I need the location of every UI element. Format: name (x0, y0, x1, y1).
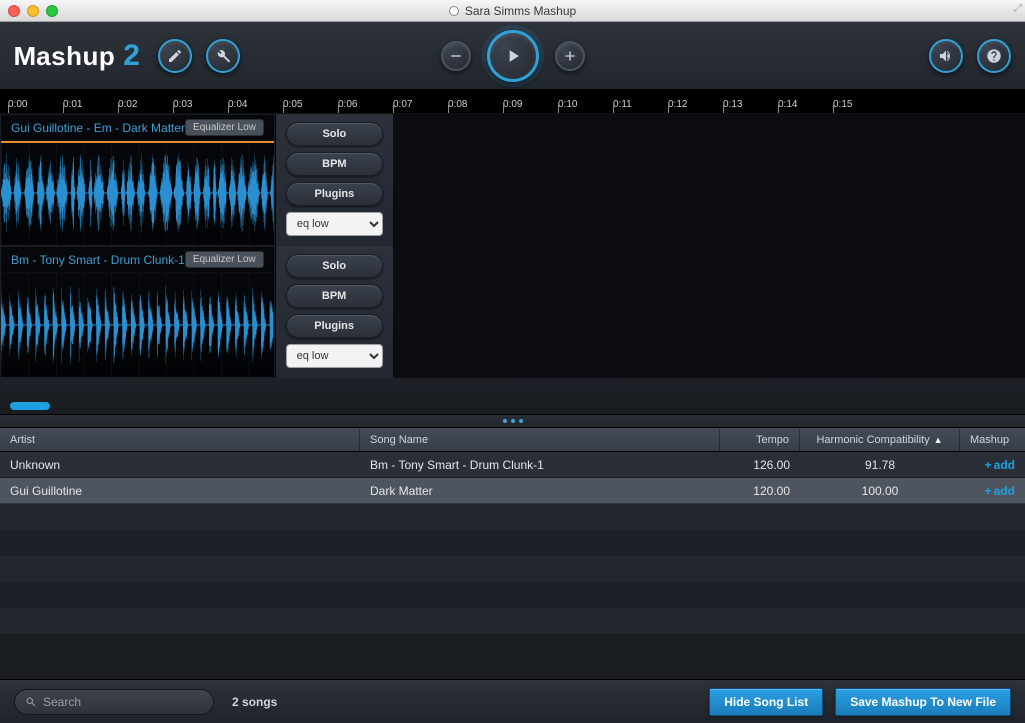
table-header: Artist Song Name Tempo Harmonic Compatib… (0, 428, 1025, 452)
window-title: Sara Simms Mashup (465, 4, 576, 18)
edit-button[interactable] (158, 39, 192, 73)
pane-divider[interactable] (0, 414, 1025, 428)
document-proxy-icon (449, 6, 459, 16)
volume-button[interactable] (929, 39, 963, 73)
ruler-tick: 0:06 (338, 90, 393, 113)
ruler-tick: 0:01 (63, 90, 118, 113)
timeline-ruler[interactable]: 0:000:010:020:030:040:050:060:070:080:09… (0, 90, 1025, 114)
cell-mashup: +add (960, 458, 1025, 472)
col-harmonic[interactable]: Harmonic Compatibility ▲ (800, 428, 960, 451)
help-button[interactable] (977, 39, 1011, 73)
main-toolbar: Mashup 2 (0, 22, 1025, 90)
plugins-button[interactable]: Plugins (286, 314, 383, 338)
add-to-mashup-button[interactable]: +add (985, 458, 1015, 472)
add-to-mashup-button[interactable]: +add (985, 484, 1015, 498)
hide-song-list-button[interactable]: Hide Song List (709, 688, 823, 716)
minimize-window-button[interactable] (27, 5, 39, 17)
ruler-tick: 0:10 (558, 90, 613, 113)
cell-artist: Gui Guillotine (0, 484, 360, 498)
play-icon (503, 46, 523, 66)
eq-select[interactable]: eq low (286, 212, 383, 236)
save-mashup-button[interactable]: Save Mashup To New File (835, 688, 1011, 716)
window-titlebar: Sara Simms Mashup ⤢ (0, 0, 1025, 22)
song-list-table: Artist Song Name Tempo Harmonic Compatib… (0, 428, 1025, 634)
ruler-tick: 0:09 (503, 90, 558, 113)
ruler-tick: 0:05 (283, 90, 338, 113)
table-empty-area (0, 504, 1025, 634)
eq-badge: Equalizer Low (185, 251, 264, 268)
ruler-tick: 0:08 (448, 90, 503, 113)
play-button[interactable] (487, 30, 539, 82)
ruler-tick: 0:12 (668, 90, 723, 113)
cell-tempo: 120.00 (720, 484, 800, 498)
cell-mashup: +add (960, 484, 1025, 498)
ruler-tick: 0:02 (118, 90, 173, 113)
col-tempo[interactable]: Tempo (720, 428, 800, 451)
zoom-out-button[interactable] (441, 41, 471, 71)
eq-select[interactable]: eq low (286, 344, 383, 368)
ruler-tick: 0:00 (8, 90, 63, 113)
loop-marker[interactable] (1, 141, 274, 143)
track-title: Bm - Tony Smart - Drum Clunk-1 (11, 253, 185, 267)
solo-button[interactable]: Solo (286, 254, 383, 278)
search-input[interactable] (43, 695, 203, 709)
plus-icon (562, 48, 578, 64)
wrench-icon (215, 48, 231, 64)
ruler-tick: 0:07 (393, 90, 448, 113)
audio-track[interactable]: Bm - Tony Smart - Drum Clunk-1Equalizer … (0, 246, 275, 378)
waveform[interactable] (1, 273, 274, 377)
solo-button[interactable]: Solo (286, 122, 383, 146)
ruler-tick: 0:04 (228, 90, 283, 113)
search-field[interactable] (14, 689, 214, 715)
song-count-label: 2 songs (232, 695, 277, 709)
cell-song: Bm - Tony Smart - Drum Clunk-1 (360, 458, 720, 472)
eq-badge: Equalizer Low (185, 119, 264, 136)
zoom-in-button[interactable] (555, 41, 585, 71)
bpm-button[interactable]: BPM (286, 284, 383, 308)
zoom-window-button[interactable] (46, 5, 58, 17)
audio-track[interactable]: Gui Guillotine - Em - Dark MatterEqualiz… (0, 114, 275, 246)
bpm-button[interactable]: BPM (286, 152, 383, 176)
cell-harmonic: 100.00 (800, 484, 960, 498)
cell-tempo: 126.00 (720, 458, 800, 472)
minus-icon (448, 48, 464, 64)
settings-button[interactable] (206, 39, 240, 73)
ruler-tick: 0:15 (833, 90, 888, 113)
speaker-icon (938, 48, 954, 64)
cell-song: Dark Matter (360, 484, 720, 498)
ruler-tick: 0:03 (173, 90, 228, 113)
track-row: Gui Guillotine - Em - Dark MatterEqualiz… (0, 114, 1025, 246)
track-controls: Solo BPM Plugins eq low (275, 246, 393, 378)
search-icon (25, 696, 37, 708)
ruler-tick: 0:14 (778, 90, 833, 113)
expand-icon: ⤢ (1014, 3, 1022, 14)
track-controls: Solo BPM Plugins eq low (275, 114, 393, 246)
close-window-button[interactable] (8, 5, 20, 17)
scrollbar-thumb[interactable] (10, 402, 50, 410)
timeline-scrollbar[interactable] (0, 398, 1025, 414)
track-title: Gui Guillotine - Em - Dark Matter (11, 121, 185, 135)
table-row[interactable]: UnknownBm - Tony Smart - Drum Clunk-1126… (0, 452, 1025, 478)
edit-icon (167, 48, 183, 64)
ruler-tick: 0:13 (723, 90, 778, 113)
footer-bar: 2 songs Hide Song List Save Mashup To Ne… (0, 679, 1025, 723)
cell-artist: Unknown (0, 458, 360, 472)
col-song[interactable]: Song Name (360, 428, 720, 451)
track-header: Gui Guillotine - Em - Dark MatterEqualiz… (1, 115, 274, 141)
col-mashup[interactable]: Mashup (960, 428, 1025, 451)
cell-harmonic: 91.78 (800, 458, 960, 472)
app-logo: Mashup 2 (14, 39, 140, 73)
help-icon (986, 48, 1002, 64)
ruler-tick: 0:11 (613, 90, 668, 113)
col-artist[interactable]: Artist (0, 428, 360, 451)
track-row: Bm - Tony Smart - Drum Clunk-1Equalizer … (0, 246, 1025, 378)
sort-asc-icon: ▲ (934, 435, 943, 445)
track-header: Bm - Tony Smart - Drum Clunk-1Equalizer … (1, 247, 274, 273)
plugins-button[interactable]: Plugins (286, 182, 383, 206)
waveform[interactable] (1, 141, 274, 245)
table-row[interactable]: Gui GuillotineDark Matter120.00100.00 +ad… (0, 478, 1025, 504)
